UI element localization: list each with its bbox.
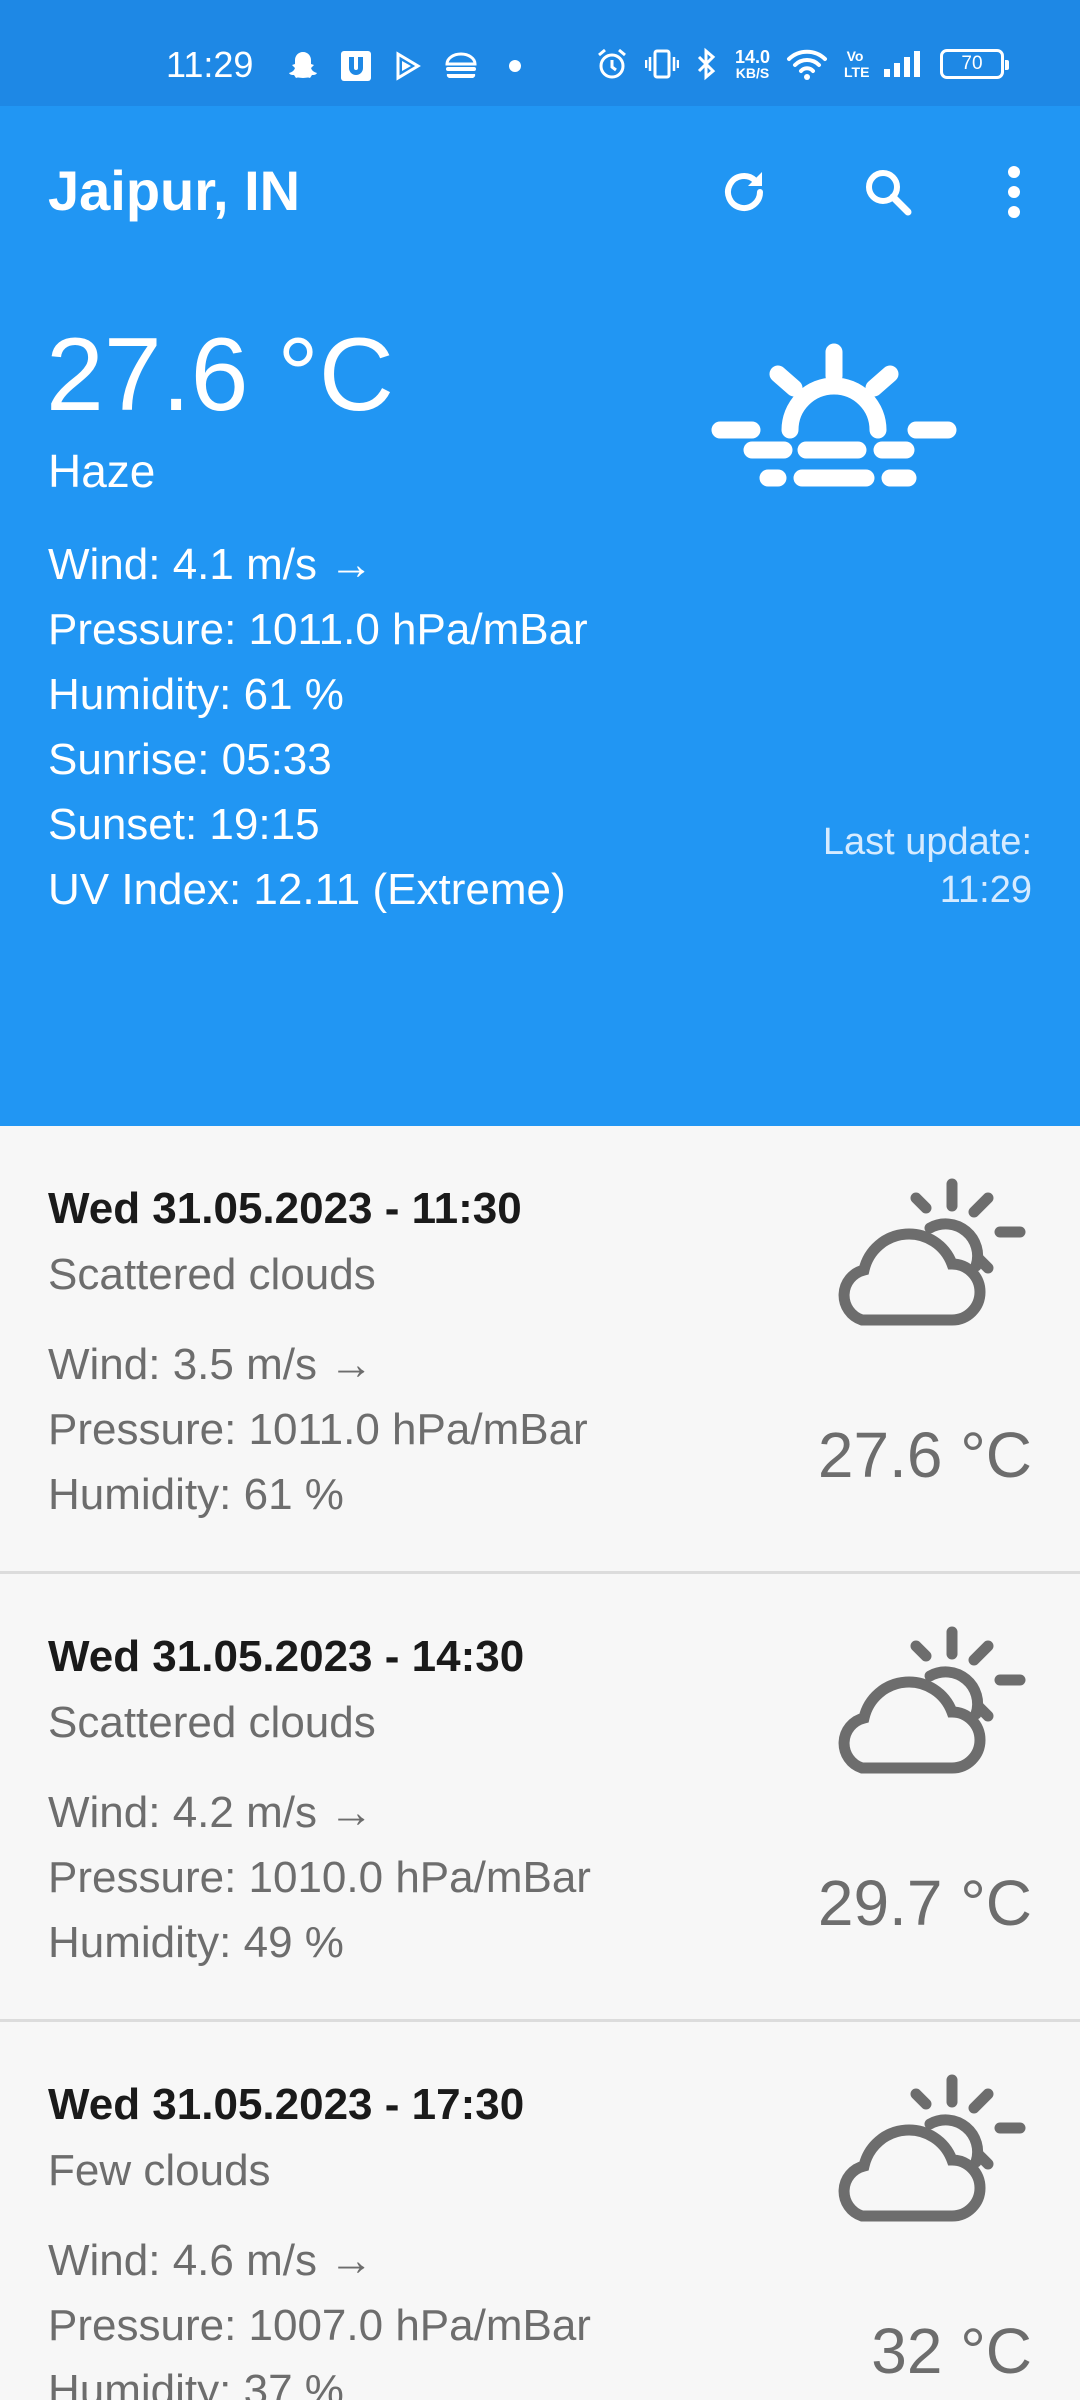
forecast-item[interactable]: Wed 31.05.2023 - 14:30 Scattered clouds … <box>0 1574 1080 2022</box>
forecast-details: Wind: 4.2 m/s → Pressure: 1010.0 hPa/mBa… <box>48 1780 591 1975</box>
partly-cloudy-day-icon <box>838 1626 1026 1774</box>
forecast-description: Scattered clouds <box>48 1250 376 1299</box>
forecast-list: Wed 31.05.2023 - 11:30 Scattered clouds … <box>0 1126 1080 2400</box>
forecast-date: Wed 31.05.2023 - 11:30 <box>48 1184 522 1233</box>
battery-icon: 70 <box>940 49 1009 79</box>
current-sunrise: Sunrise: 05:33 <box>48 735 332 784</box>
system-icons: 14.0 KB/S Vo LTE 70 <box>595 44 1009 84</box>
partly-cloudy-day-icon <box>838 2074 1026 2222</box>
alarm-icon <box>597 48 626 79</box>
partly-cloudy-day-icon <box>838 1178 1026 1326</box>
signal-icon <box>884 51 920 77</box>
forecast-item[interactable]: Wed 31.05.2023 - 11:30 Scattered clouds … <box>0 1126 1080 1574</box>
u-app-icon <box>341 51 371 81</box>
current-temperature: 27.6 °C <box>46 317 395 433</box>
battery-level: 70 <box>961 53 983 74</box>
volte-badge: Vo LTE <box>844 48 870 80</box>
forecast-wind: Wind: 4.6 m/s → <box>48 2236 374 2285</box>
play-games-icon <box>396 51 421 81</box>
more-vert-icon <box>1008 166 1020 218</box>
forecast-description: Few clouds <box>48 2146 271 2195</box>
forecast-humidity: Humidity: 49 % <box>48 1918 344 1967</box>
forecast-temperature: 29.7 °C <box>817 1867 1032 1939</box>
forecast-date: Wed 31.05.2023 - 14:30 <box>48 1632 525 1681</box>
status-bar: 11:29 14.0 KB/S Vo LTE 70 <box>0 0 1080 106</box>
forecast-details: Wind: 3.5 m/s → Pressure: 1011.0 hPa/mBa… <box>48 1332 588 1527</box>
refresh-button[interactable] <box>708 156 780 228</box>
forecast-pressure: Pressure: 1007.0 hPa/mBar <box>48 2301 591 2350</box>
forecast-description: Scattered clouds <box>48 1698 376 1747</box>
network-speed: 14.0 KB/S <box>735 48 770 80</box>
last-update-time: 11:29 <box>939 869 1032 911</box>
city-title: Jaipur, IN <box>48 159 301 222</box>
current-description: Haze <box>48 445 156 497</box>
forecast-pressure: Pressure: 1010.0 hPa/mBar <box>48 1853 591 1902</box>
haze-sun-icon <box>711 343 957 487</box>
more-options-button[interactable] <box>978 156 1050 228</box>
forecast-temperature: 32 °C <box>871 2315 1032 2387</box>
forecast-humidity: Humidity: 61 % <box>48 1470 344 1519</box>
last-update-label: Last update: <box>822 821 1032 863</box>
forecast-pressure: Pressure: 1011.0 hPa/mBar <box>48 1405 588 1454</box>
search-button[interactable] <box>852 156 924 228</box>
current-sunset: Sunset: 19:15 <box>48 800 320 849</box>
current-weather-header: Jaipur, IN 27.6 °C Haze Wind: 4.1 m/s → … <box>0 106 1080 1226</box>
current-humidity: Humidity: 61 % <box>48 670 344 719</box>
current-pressure: Pressure: 1011.0 hPa/mBar <box>48 605 588 654</box>
forecast-details: Wind: 4.6 m/s → Pressure: 1007.0 hPa/mBa… <box>48 2228 591 2400</box>
forecast-wind: Wind: 3.5 m/s → <box>48 1340 374 1389</box>
volte-label: Vo LTE <box>844 48 870 80</box>
status-time: 11:29 <box>166 44 254 85</box>
snapchat-icon <box>289 52 317 78</box>
current-uv-index: UV Index: 12.11 (Extreme) <box>48 865 566 914</box>
notification-dot-icon <box>509 60 521 72</box>
forecast-item[interactable]: Wed 31.05.2023 - 17:30 Few clouds Wind: … <box>0 2022 1080 2400</box>
refresh-icon <box>725 172 763 211</box>
notification-icons <box>288 48 530 84</box>
network-speed-value: 14.0 <box>734 47 770 67</box>
forecast-date: Wed 31.05.2023 - 17:30 <box>48 2080 525 2129</box>
food-app-icon <box>445 52 477 79</box>
forecast-wind: Wind: 4.2 m/s → <box>48 1788 374 1837</box>
search-icon <box>866 170 912 216</box>
current-details: Wind: 4.1 m/s → Pressure: 1011.0 hPa/mBa… <box>48 532 588 922</box>
network-speed-unit: KB/S <box>735 65 770 81</box>
wifi-icon <box>787 49 827 80</box>
vibrate-icon <box>644 49 679 79</box>
last-update: Last update: 11:29 <box>823 818 1032 914</box>
current-wind: Wind: 4.1 m/s → <box>48 540 374 589</box>
bluetooth-icon <box>697 47 716 81</box>
forecast-humidity: Humidity: 37 % <box>48 2366 344 2400</box>
forecast-temperature: 27.6 °C <box>817 1419 1032 1491</box>
